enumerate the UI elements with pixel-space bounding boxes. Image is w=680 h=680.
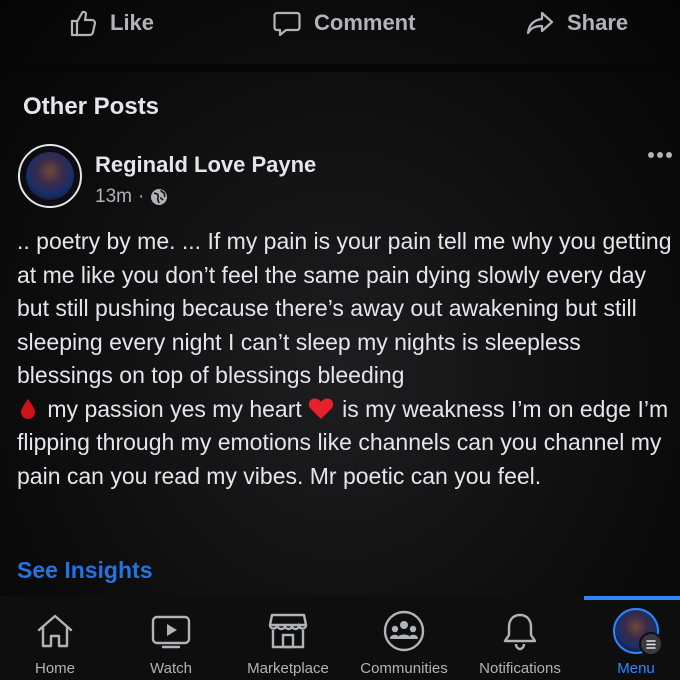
red-heart-icon [308, 397, 333, 419]
share-label: Share [567, 10, 629, 35]
nav-communities-label: Communities [360, 660, 448, 677]
nav-communities[interactable]: Communities [352, 596, 456, 680]
comment-button[interactable]: Comment [272, 8, 415, 38]
see-insights-link[interactable]: See Insights [17, 557, 152, 584]
nav-home-label: Home [34, 660, 75, 677]
nav-menu-label: Menu [617, 660, 655, 677]
bottom-nav-bar: Home Watch Marketplace Communities Notif… [0, 596, 680, 680]
section-title: Other Posts [23, 93, 160, 120]
post-text: .. poetry by me. ... If my pain is your … [17, 225, 677, 493]
nav-menu[interactable]: Menu [596, 596, 676, 680]
nav-watch-label: Watch [150, 660, 192, 677]
section-divider [0, 64, 680, 72]
post-time[interactable]: 13m [95, 186, 132, 208]
nav-notifications-label: Notifications [479, 660, 561, 677]
share-arrow-icon [526, 11, 554, 35]
more-dot [666, 152, 672, 158]
nav-home[interactable]: Home [20, 596, 90, 680]
nav-watch[interactable]: Watch [136, 596, 206, 680]
post-text-part-1: .. poetry by me. ... If my pain is your … [17, 228, 672, 388]
post-meta: 13m · [95, 186, 168, 208]
more-options-icon[interactable] [648, 152, 675, 158]
profile-menu-icon [613, 608, 663, 656]
meta-separator: · [137, 186, 145, 207]
author-avatar[interactable] [18, 144, 82, 208]
post-text-part-2: my passion yes my heart [47, 395, 302, 422]
groups-icon [383, 610, 425, 652]
video-play-icon [151, 615, 191, 649]
storefront-icon [268, 613, 308, 649]
like-label: Like [110, 10, 155, 35]
home-icon [37, 614, 73, 648]
post-action-bar: Like Comment Share [0, 0, 680, 52]
comment-icon [273, 11, 301, 37]
avatar-image [26, 152, 74, 200]
comment-label: Comment [314, 10, 416, 35]
bell-icon [503, 613, 537, 651]
nav-marketplace[interactable]: Marketplace [238, 596, 338, 680]
like-button[interactable]: Like [68, 8, 154, 38]
nav-notifications[interactable]: Notifications [470, 596, 570, 680]
thumbs-up-icon [70, 10, 97, 37]
share-button[interactable]: Share [525, 8, 628, 38]
menu-hamburger-icon [639, 632, 663, 656]
app-screen: Like Comment Share Other Posts Reginald … [0, 0, 680, 680]
author-name[interactable]: Reginald Love Payne [95, 152, 316, 178]
nav-marketplace-label: Marketplace [247, 660, 329, 677]
drop-of-blood-icon [21, 398, 35, 419]
more-dot [657, 152, 663, 158]
more-dot [648, 152, 654, 158]
globe-icon [151, 189, 168, 205]
